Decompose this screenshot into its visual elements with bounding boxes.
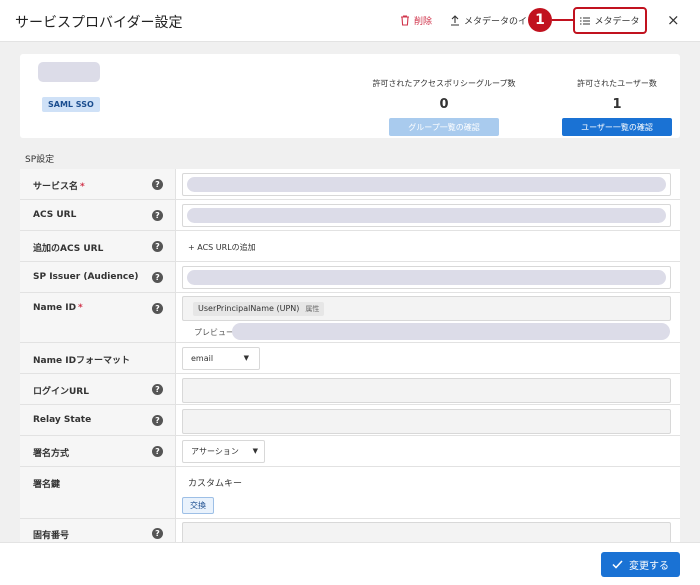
- preview-value-redacted: [232, 323, 670, 340]
- delete-label: 削除: [414, 17, 433, 27]
- save-label: 変更する: [629, 561, 669, 572]
- row-service-name: サービス名 * ?: [20, 169, 680, 200]
- help-icon[interactable]: ?: [152, 210, 163, 221]
- login-url-label: ログインURL: [33, 387, 89, 397]
- signing-key-value: カスタムキー: [188, 479, 243, 489]
- caret-down-icon: ▼: [252, 447, 258, 455]
- help-icon[interactable]: ?: [152, 446, 163, 457]
- name-id-input[interactable]: UserPrincipalName (UPN) 属性: [182, 296, 671, 321]
- name-id-chip[interactable]: UserPrincipalName (UPN) 属性: [193, 302, 325, 316]
- sp-issuer-input[interactable]: [182, 266, 671, 289]
- help-icon[interactable]: ?: [152, 241, 163, 252]
- user-count: 1: [612, 97, 622, 112]
- import-metadata-button[interactable]: メタデータのイ: [450, 14, 527, 27]
- view-users-button[interactable]: ユーザー一覧の確認: [562, 118, 672, 136]
- preview-label: プレビュー:: [194, 328, 237, 337]
- import-label: メタデータのイ: [464, 17, 528, 27]
- row-login-url: ログインURL ?: [20, 374, 680, 405]
- check-icon: [612, 560, 623, 569]
- signing-key-label: 署名鍵: [33, 480, 61, 490]
- chip-attribute-tag: 属性: [305, 305, 320, 313]
- metadata-button[interactable]: メタデータ: [573, 7, 647, 34]
- close-icon[interactable]: ×: [667, 11, 680, 29]
- relay-state-input[interactable]: [182, 409, 671, 434]
- help-icon[interactable]: ?: [152, 272, 163, 283]
- signature-method-select[interactable]: アサーション ▼: [182, 440, 265, 463]
- relay-state-label: Relay State: [33, 415, 92, 425]
- row-sp-issuer: SP Issuer (Audience) ?: [20, 262, 680, 293]
- unique-number-input[interactable]: [182, 522, 671, 542]
- dialog-content: SAML SSO 許可されたアクセスポリシーグループ数 0 グループ一覧の確認 …: [0, 42, 700, 542]
- sso-type-badge: SAML SSO: [42, 97, 100, 112]
- row-name-id-format: Name IDフォーマット email ▼: [20, 343, 680, 374]
- row-acs-url: ACS URL ?: [20, 200, 680, 231]
- user-count-label: 許可されたユーザー数: [577, 79, 657, 88]
- trash-icon: [401, 15, 409, 26]
- delete-button[interactable]: 削除: [400, 14, 432, 27]
- login-url-input[interactable]: [182, 378, 671, 403]
- step-arrow: [552, 19, 573, 21]
- row-signing-key: 署名鍵 カスタムキー 交換: [20, 467, 680, 519]
- row-unique-number: 固有番号 ?: [20, 519, 680, 542]
- row-additional-acs: 追加のACS URL ? + ACS URLの追加: [20, 231, 680, 262]
- help-icon[interactable]: ?: [152, 415, 163, 426]
- section-title: SP設定: [25, 155, 55, 165]
- summary-card: SAML SSO 許可されたアクセスポリシーグループ数 0 グループ一覧の確認 …: [20, 54, 680, 138]
- sp-settings-form: サービス名 * ? ACS URL ? 追加のACS URL ? + ACS UR…: [20, 169, 680, 542]
- unique-number-label: 固有番号: [33, 531, 70, 541]
- user-stat: 許可されたユーザー数 1 ユーザー一覧の確認: [537, 78, 697, 136]
- step-marker: 1: [528, 8, 552, 32]
- service-name-input[interactable]: [182, 173, 671, 196]
- additional-acs-label: 追加のACS URL: [33, 244, 104, 254]
- dialog-footer: 変更する: [0, 542, 700, 585]
- metadata-label: メタデータ: [594, 17, 640, 27]
- group-count-label: 許可されたアクセスポリシーグループ数: [372, 79, 516, 88]
- row-name-id: Name ID * ? UserPrincipalName (UPN) 属性 プレビ…: [20, 293, 680, 343]
- group-count: 0: [439, 97, 449, 112]
- upload-icon: [451, 15, 459, 26]
- signature-method-label: 署名方式: [33, 449, 70, 459]
- help-icon[interactable]: ?: [152, 384, 163, 395]
- row-signature-method: 署名方式 ? アサーション ▼: [20, 436, 680, 467]
- required-mark: *: [78, 303, 83, 313]
- acs-url-label: ACS URL: [33, 210, 77, 220]
- save-changes-button[interactable]: 変更する: [601, 552, 680, 577]
- service-name-redacted: [38, 62, 100, 82]
- list-icon: [580, 16, 591, 25]
- service-name-label: サービス名 *: [33, 182, 85, 192]
- exchange-key-button[interactable]: 交換: [182, 497, 214, 514]
- dialog-header: サービスプロバイダー設定 削除 メタデータのイ 1 メタデータ ×: [0, 0, 700, 42]
- name-id-format-label: Name IDフォーマット: [33, 356, 131, 366]
- help-icon[interactable]: ?: [152, 528, 163, 539]
- help-icon[interactable]: ?: [152, 179, 163, 190]
- row-relay-state: Relay State ?: [20, 405, 680, 436]
- view-groups-button[interactable]: グループ一覧の確認: [389, 118, 499, 136]
- acs-url-input[interactable]: [182, 204, 671, 227]
- name-id-label: Name ID *: [33, 303, 83, 313]
- name-id-format-select[interactable]: email ▼: [182, 347, 260, 370]
- sp-issuer-label: SP Issuer (Audience): [33, 272, 139, 282]
- add-acs-url-link[interactable]: + ACS URLの追加: [188, 242, 256, 253]
- required-mark: *: [80, 182, 85, 192]
- caret-down-icon: ▼: [243, 354, 249, 362]
- help-icon[interactable]: ?: [152, 303, 163, 314]
- dialog-title: サービスプロバイダー設定: [15, 15, 183, 31]
- group-stat: 許可されたアクセスポリシーグループ数 0 グループ一覧の確認: [364, 78, 524, 136]
